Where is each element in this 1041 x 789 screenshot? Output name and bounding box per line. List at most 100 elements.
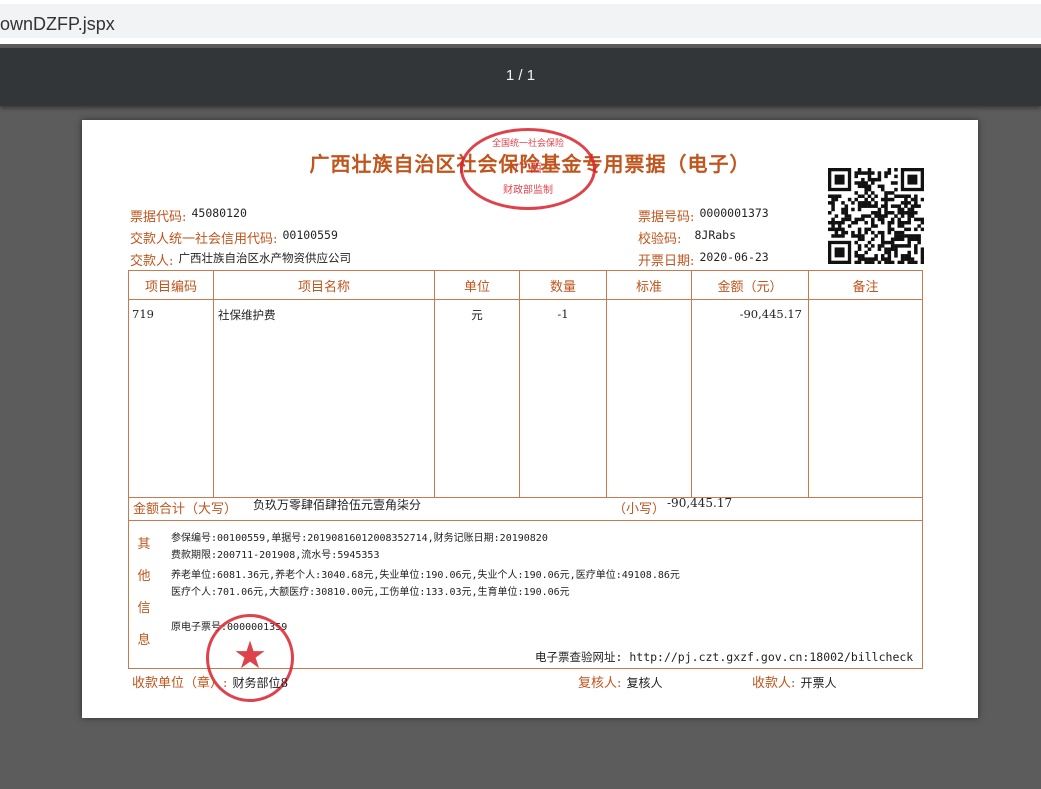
qr-module	[871, 260, 875, 264]
qr-module	[880, 237, 885, 242]
qr-module	[890, 247, 895, 251]
total-upper-value: 负玖万零肆佰肆拾伍元壹角柒分	[253, 498, 422, 512]
cell-standard	[606, 299, 692, 498]
qr-module	[907, 211, 911, 215]
seal-text-mid: 广 西	[514, 161, 542, 175]
qr-finder	[834, 174, 845, 185]
qr-module	[890, 211, 895, 215]
qr-module	[900, 211, 905, 215]
qr-module	[887, 250, 892, 255]
qr-module	[861, 194, 865, 198]
qr-module	[864, 204, 868, 208]
header-note: 备注	[808, 270, 923, 300]
bill-code-label: 票据代码:	[130, 210, 187, 225]
qr-module	[897, 224, 902, 228]
qr-module	[894, 254, 898, 258]
qr-module	[900, 237, 905, 242]
browser-address-bar[interactable]: ownDZFP.jspx	[0, 0, 1041, 44]
seal-text-top: 全国统一社会保险	[491, 139, 564, 149]
cell-item-code: 719	[128, 299, 214, 498]
totals-row: 金额合计（大写） 负玖万零肆佰肆拾伍元壹角柒分 （小写） -90,445.17	[128, 491, 923, 521]
qr-module	[864, 197, 868, 202]
qr-module	[857, 260, 862, 264]
qr-module	[904, 194, 908, 198]
qr-module	[864, 171, 868, 175]
qr-module	[877, 244, 882, 248]
qr-module	[857, 184, 862, 189]
url-text[interactable]: ownDZFP.jspx	[0, 14, 115, 35]
qr-module	[880, 184, 885, 189]
qr-module	[867, 168, 872, 172]
cell-amount: -90,445.17	[691, 299, 809, 498]
header-standard: 标准	[606, 270, 692, 300]
qr-module	[917, 204, 921, 208]
qr-module	[907, 257, 911, 261]
qr-module	[910, 237, 915, 242]
verify-url: 电子票查验网址: http://pj.czt.gxzf.gov.cn:18002…	[535, 650, 914, 664]
qr-module	[861, 184, 865, 189]
payer-credit-value: 00100559	[282, 228, 338, 242]
qr-module	[857, 227, 862, 232]
pdf-viewer-toolbar: 1 / 1	[0, 48, 1041, 106]
qr-module	[894, 214, 898, 218]
qr-module	[857, 217, 862, 222]
qr-module	[841, 227, 845, 232]
qr-module	[907, 201, 911, 205]
qr-module	[864, 181, 868, 185]
qr-module	[828, 201, 832, 205]
qr-module	[900, 254, 905, 258]
qr-module	[890, 181, 895, 185]
qr-module	[831, 224, 835, 228]
qr-module	[920, 227, 924, 232]
qr-module	[854, 191, 858, 195]
qr-module	[874, 177, 878, 182]
qr-module	[880, 197, 885, 202]
qr-module	[841, 230, 845, 235]
qr-module	[920, 260, 924, 264]
url-field[interactable]: ownDZFP.jspx	[0, 4, 1041, 38]
qr-module	[867, 171, 872, 175]
qr-module	[864, 257, 868, 261]
qr-module	[837, 234, 842, 238]
qr-module	[884, 250, 888, 255]
items-table: 项目编码 项目名称 单位 数量 标准 金额（元） 备注 719 社保维护费 元 …	[128, 270, 923, 498]
qr-module	[841, 211, 845, 215]
info-line: 费款期限:200711-201908,流水号:5945353	[171, 550, 380, 561]
qr-module	[920, 250, 924, 255]
issue-date-value: 2020-06-23	[699, 250, 769, 264]
qr-module	[894, 204, 898, 208]
qr-module	[871, 220, 875, 225]
qr-module	[897, 234, 902, 238]
qr-module	[880, 257, 885, 261]
qr-module	[910, 257, 915, 261]
qr-module	[907, 227, 911, 232]
qr-module	[894, 181, 898, 185]
qr-module	[851, 220, 855, 225]
invoice-page: 广西壮族自治区社会保险基金专用票据（电子） 全国统一社会保险 广 西 财政部监制…	[82, 120, 978, 718]
qr-module	[904, 220, 908, 225]
qr-module	[864, 250, 868, 255]
header-item-code: 项目编码	[128, 270, 214, 300]
cashier-field: 收款人: 开票人	[752, 672, 837, 691]
qr-module	[910, 211, 915, 215]
info-line: 医疗个人:701.06元,大额医疗:30810.00元,工伤单位:133.03元…	[171, 587, 570, 598]
qr-module	[857, 181, 862, 185]
issue-date-label: 开票日期:	[638, 254, 695, 269]
check-code-label: 校验码:	[638, 232, 682, 247]
qr-module	[884, 240, 888, 245]
qr-module	[874, 204, 878, 208]
qr-module	[884, 194, 888, 198]
qr-module	[904, 227, 908, 232]
qr-module	[914, 204, 918, 208]
qr-module	[900, 234, 905, 238]
qr-module	[864, 184, 868, 189]
qr-module	[884, 171, 888, 175]
qr-module	[834, 227, 839, 232]
qr-module	[897, 260, 902, 264]
qr-module	[847, 217, 852, 222]
qr-module	[910, 204, 915, 208]
qr-module	[894, 237, 898, 242]
qr-module	[871, 224, 875, 228]
qr-module	[871, 217, 875, 222]
qr-module	[861, 181, 865, 185]
